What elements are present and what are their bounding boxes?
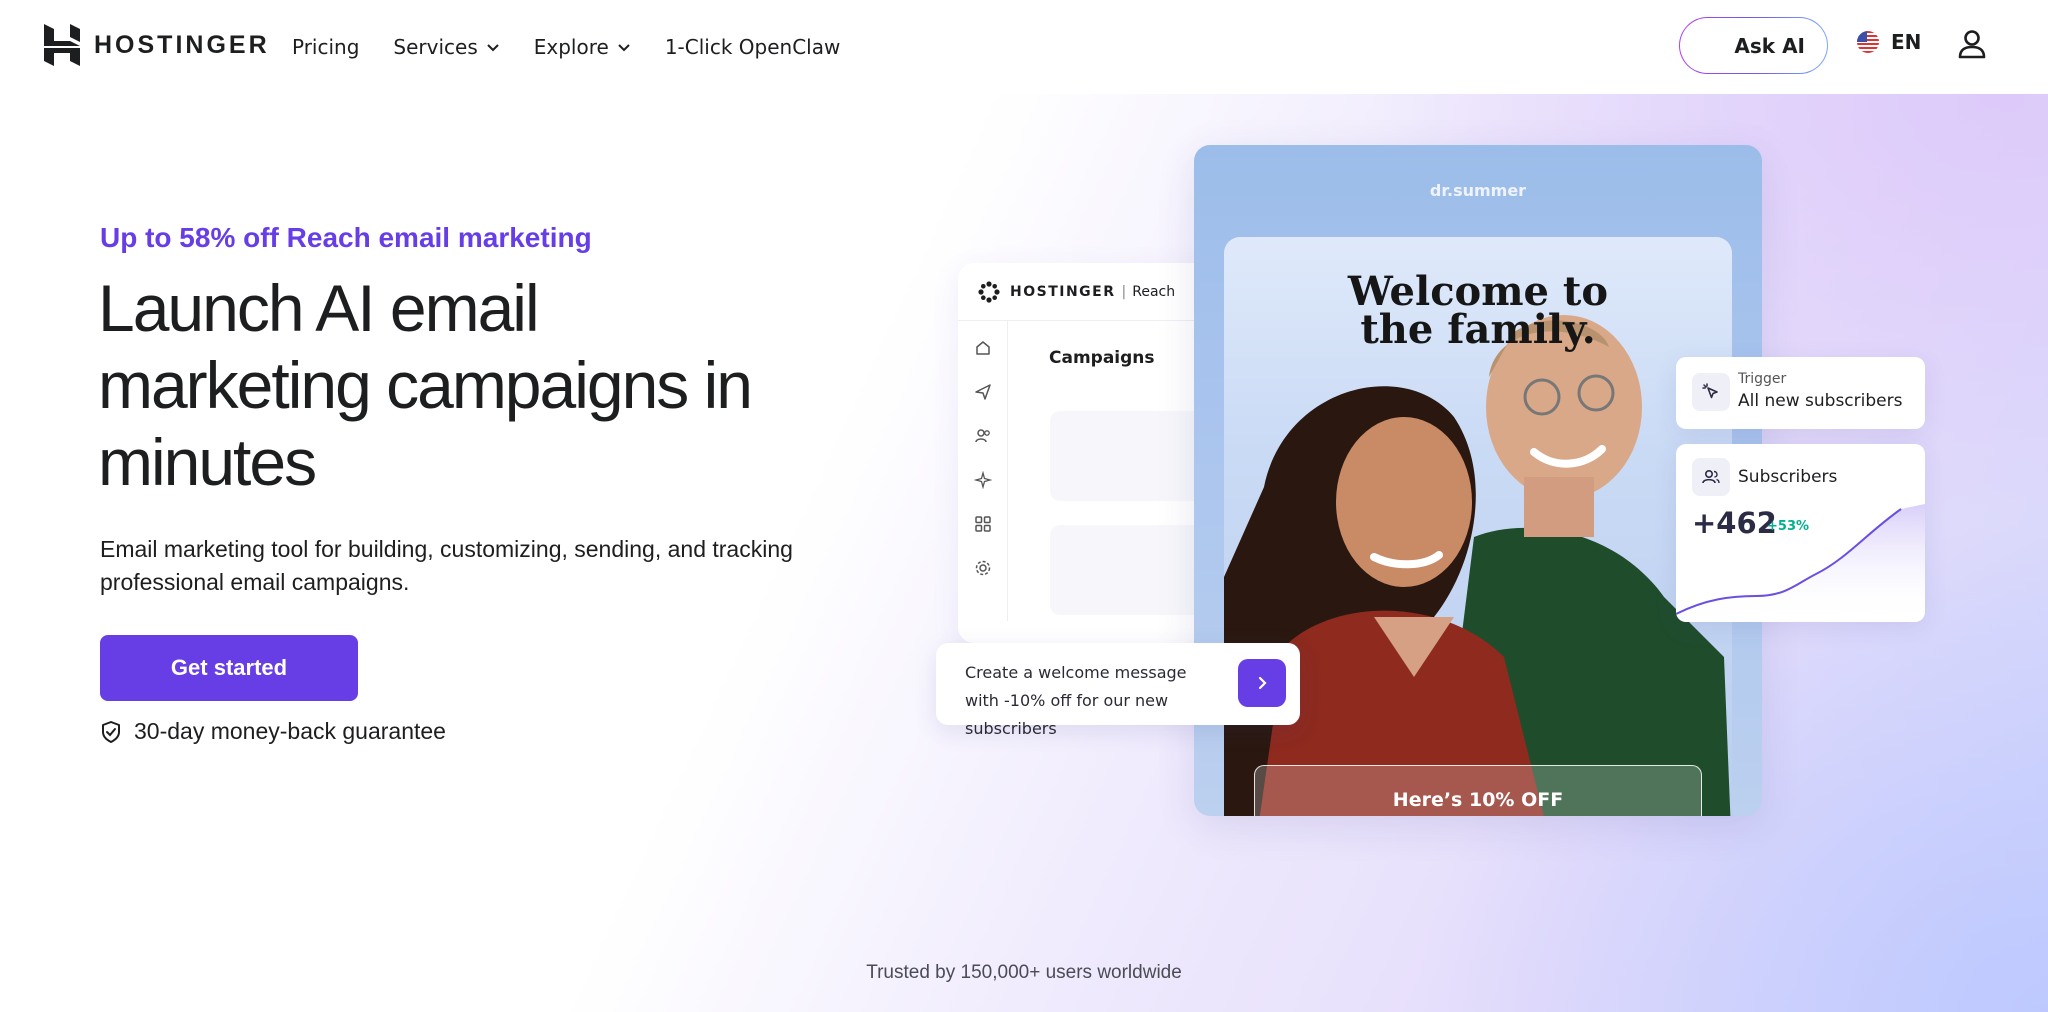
campaign-card-placeholder <box>1050 411 1218 501</box>
ask-ai-button[interactable]: Ask AI <box>1679 17 1828 74</box>
nav-openclaw[interactable]: 1-Click OpenClaw <box>665 35 841 59</box>
nav-services-label: Services <box>393 35 478 59</box>
logo-text: HOSTINGER <box>94 30 270 59</box>
subscribers-change-badge: +53% <box>1767 519 1810 534</box>
home-icon[interactable] <box>974 339 992 357</box>
ai-prompt-box: Create a welcome message with -10% off f… <box>936 643 1300 738</box>
hostinger-logo-icon <box>44 24 80 66</box>
main-nav: Pricing Services Explore 1-Click OpenCla… <box>292 0 874 94</box>
send-icon[interactable] <box>974 383 992 401</box>
offer-button[interactable]: Here’s 10% OFF <box>1254 765 1702 816</box>
hostinger-logo[interactable]: HOSTINGER <box>44 24 270 66</box>
promo-text: Up to 58% off Reach email marketing <box>100 222 592 253</box>
chevron-down-icon <box>618 44 630 52</box>
ask-ai-label: Ask AI <box>1734 33 1805 58</box>
nav-explore-label: Explore <box>533 35 609 59</box>
users-icon[interactable] <box>974 427 992 445</box>
nav-pricing-label: Pricing <box>292 35 360 59</box>
guarantee-text: 30-day money-back guarantee <box>134 718 446 744</box>
email-content: Welcome to the family. Here’s 10% OFF <box>1224 237 1732 816</box>
user-account-icon[interactable] <box>1958 29 1986 59</box>
hero-subtitle: Email marketing tool for building, custo… <box>100 536 793 595</box>
ai-prompt-text: Create a welcome message with -10% off f… <box>965 663 1187 738</box>
email-sender: dr.summer <box>1429 181 1527 200</box>
top-navigation-bar: HOSTINGER Pricing Services Explore 1-Cli… <box>0 0 2048 94</box>
app-header: HOSTINGER | Reach <box>958 263 1218 321</box>
reach-logo-icon <box>978 280 1000 303</box>
shield-check-icon <box>102 720 120 743</box>
nav-services[interactable]: Services <box>393 35 499 59</box>
nav-explore[interactable]: Explore <box>534 35 631 59</box>
campaign-card-placeholder <box>1050 525 1218 615</box>
chevron-right-icon <box>1258 676 1267 690</box>
subscribers-card: Subscribers +462 +53% <box>1676 444 1925 622</box>
language-selector[interactable]: EN <box>1857 30 1921 54</box>
us-flag-icon <box>1857 31 1879 53</box>
nav-pricing[interactable]: Pricing <box>292 35 359 59</box>
hero-headline: Launch AI email marketing campaigns in m… <box>98 271 753 499</box>
campaigns-title: Campaigns <box>1049 348 1155 368</box>
app-brand-text: HOSTINGER <box>1010 283 1116 300</box>
brand-separator: | <box>1121 283 1127 300</box>
subscribers-count: +462 <box>1692 506 1777 540</box>
apps-icon[interactable] <box>974 515 992 533</box>
sparkle-icon[interactable] <box>974 471 992 489</box>
nav-openclaw-label: 1-Click OpenClaw <box>664 35 841 59</box>
language-label: EN <box>1891 30 1922 54</box>
subscribers-label: Subscribers <box>1738 467 1838 487</box>
trigger-label: Trigger <box>1738 371 1787 387</box>
chevron-down-icon <box>487 44 499 52</box>
get-started-button[interactable]: Get started <box>100 635 358 701</box>
app-product-name: Reach <box>1132 283 1176 300</box>
reach-app-panel: HOSTINGER | Reach Campaigns <box>958 263 1218 643</box>
money-back-guarantee: 30-day money-back guarantee <box>100 718 446 745</box>
app-sidebar <box>958 321 1008 621</box>
email-title: Welcome to the family. <box>1347 268 1609 353</box>
pointer-click-icon <box>1692 373 1730 411</box>
prompt-send-button[interactable] <box>1238 659 1286 707</box>
trigger-value: All new subscribers <box>1738 391 1903 411</box>
trigger-card: Trigger All new subscribers <box>1676 357 1925 429</box>
users-icon <box>1692 458 1730 496</box>
settings-icon[interactable] <box>974 559 992 577</box>
trusted-by-text: Trusted by 150,000+ users worldwide <box>866 962 1182 983</box>
